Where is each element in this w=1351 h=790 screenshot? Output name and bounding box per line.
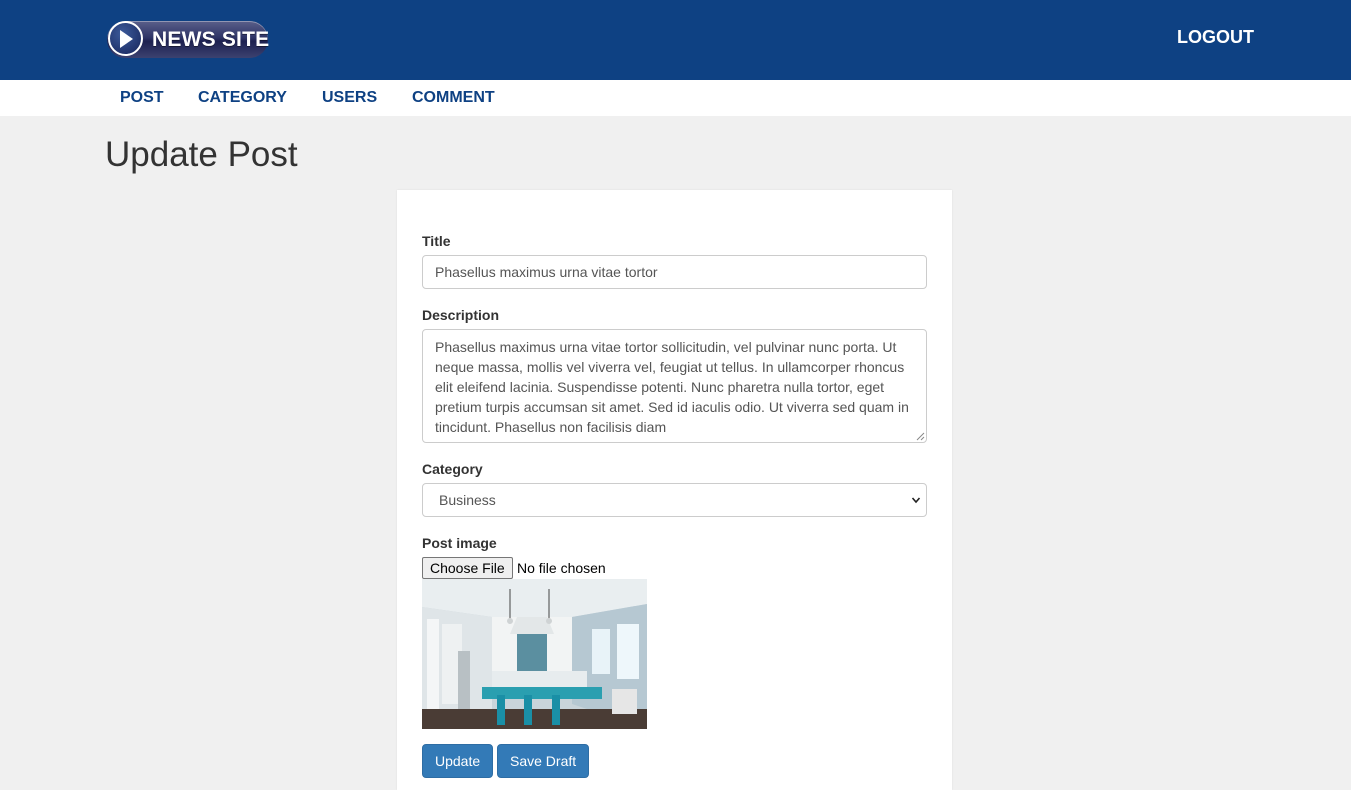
category-label: Category: [422, 461, 483, 477]
page-title: Update Post: [105, 135, 298, 174]
file-status: No file chosen: [517, 560, 606, 576]
site-logo[interactable]: NEWS SITE: [107, 21, 270, 58]
main-nav: POST CATEGORY USERS COMMENT: [0, 80, 1351, 116]
category-select[interactable]: Business: [422, 483, 927, 517]
title-label: Title: [422, 233, 451, 249]
logout-link[interactable]: LOGOUT: [1177, 27, 1254, 48]
play-icon: [108, 21, 143, 56]
top-header: NEWS SITE LOGOUT: [0, 0, 1351, 80]
post-image-label: Post image: [422, 535, 497, 551]
save-draft-button[interactable]: Save Draft: [497, 744, 590, 778]
description-label: Description: [422, 307, 500, 323]
nav-item-post[interactable]: POST: [120, 89, 164, 107]
update-post-form: Title Phasellus maximus urna vitae torto…: [397, 190, 952, 790]
nav-item-comment[interactable]: COMMENT: [412, 89, 495, 107]
nav-item-category[interactable]: CATEGORY: [198, 89, 287, 107]
choose-file-button[interactable]: Choose File: [422, 557, 513, 579]
category-selected: Business: [439, 492, 496, 508]
post-image-preview: [422, 579, 647, 729]
chevron-down-icon: [911, 497, 921, 504]
resize-grip-icon[interactable]: [916, 432, 925, 441]
description-text: Phasellus maximus urna vitae tortor soll…: [435, 339, 909, 435]
description-textarea[interactable]: Phasellus maximus urna vitae tortor soll…: [422, 329, 927, 443]
update-button[interactable]: Update: [422, 744, 494, 778]
nav-item-users[interactable]: USERS: [322, 89, 377, 107]
title-input[interactable]: Phasellus maximus urna vitae tortor: [422, 255, 927, 289]
logo-text: NEWS SITE: [152, 28, 270, 51]
